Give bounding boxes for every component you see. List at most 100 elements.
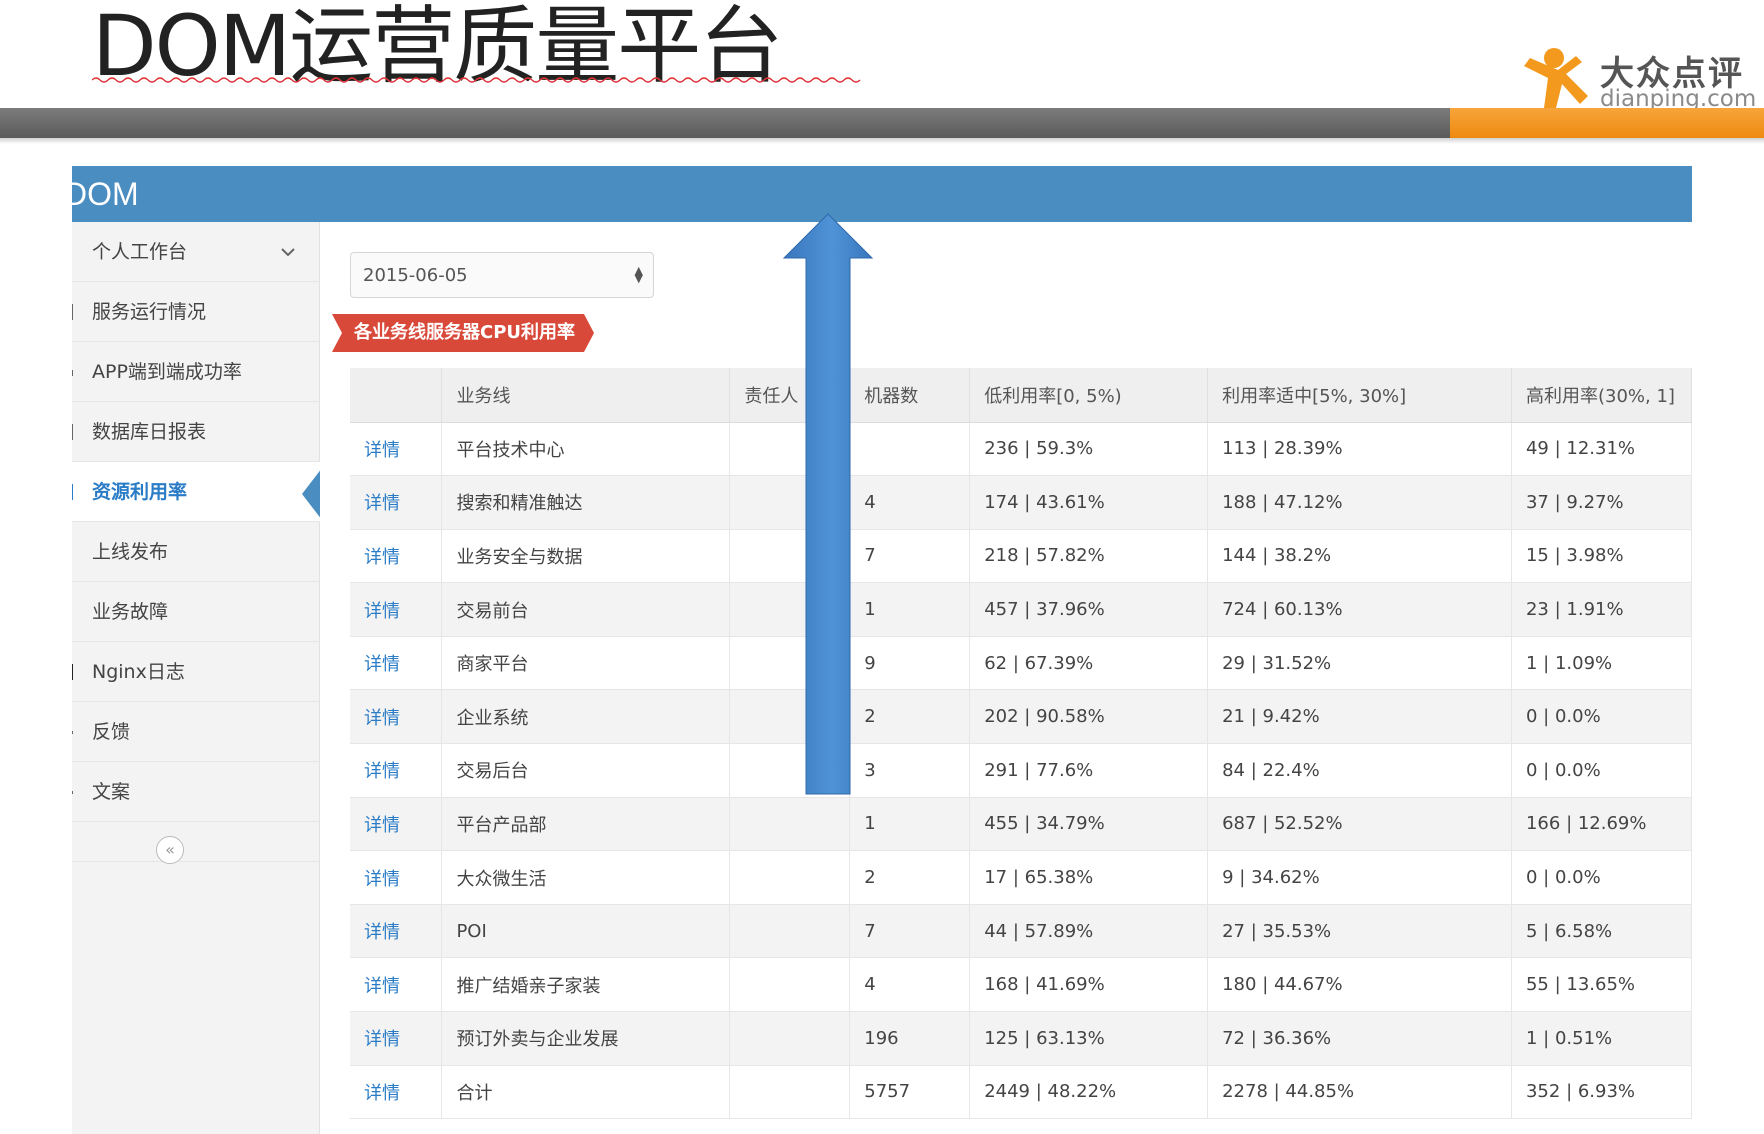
detail-link[interactable]: 详情 [364, 547, 400, 568]
business-line-cell: 推广结婚亲子家装 [441, 957, 731, 1013]
table-row: 详情 平台产品部 1 455 | 34.79% 687 | 52.52% 166… [350, 797, 1692, 852]
business-line-cell: 平台技术中心 [441, 422, 731, 477]
business-line-cell: 预订外卖与企业发展 [441, 1011, 731, 1066]
table-header-row: 业务线 责任人 机器数 低利用率[0, 5%) 利用率适中[5%, 30%] 高… [350, 368, 1692, 423]
business-line-cell: 企业系统 [441, 689, 731, 745]
detail-link[interactable]: 详情 [364, 1029, 400, 1050]
owner-cell [729, 422, 851, 477]
high-utilization-cell: 352 | 6.93% [1511, 1065, 1692, 1120]
low-utilization-cell: 174 | 43.61% [969, 475, 1209, 530]
high-utilization-cell: 5 | 6.58% [1511, 904, 1692, 959]
dianping-logo: 大众点评 dianping.com [1518, 44, 1756, 114]
mid-utilization-cell: 144 | 38.2% [1207, 529, 1512, 584]
high-utilization-cell: 1 | 0.51% [1511, 1011, 1692, 1066]
high-utilization-cell: 49 | 12.31% [1511, 422, 1692, 477]
header-bar-shadow [0, 138, 1764, 144]
owner-cell [729, 529, 851, 584]
detail-link[interactable]: 详情 [364, 440, 400, 461]
sidebar-footer [72, 822, 320, 862]
mid-utilization-cell: 180 | 44.67% [1207, 957, 1512, 1013]
owner-cell [729, 689, 851, 745]
business-line-cell: 搜索和精准触达 [441, 475, 731, 530]
sidebar-item-copywriting[interactable]: 文案 [72, 762, 320, 822]
business-line-cell: 大众微生活 [441, 850, 731, 905]
mid-utilization-cell: 113 | 28.39% [1207, 422, 1512, 477]
sidebar-item-db-daily-report[interactable]: 数据库日报表 [72, 402, 320, 462]
column-header: 利用率适中[5%, 30%] [1207, 368, 1512, 423]
table-row: 详情 预订外卖与企业发展 196 125 | 63.13% 72 | 36.36… [350, 1011, 1692, 1066]
table-row: 详情 企业系统 2 202 | 90.58% 21 | 9.42% 0 | 0.… [350, 689, 1692, 745]
detail-link[interactable]: 详情 [364, 708, 400, 729]
main-content: 2015-06-05 ▲ ▼ 各业务线服务器CPU利用率 业务线 责任人 机器数 … [320, 222, 1692, 1134]
column-header: 责任人 [729, 368, 851, 423]
column-header: 高利用率(30%, 1] [1511, 368, 1692, 423]
sidebar-item-business-fault[interactable]: 业务故障 [72, 582, 320, 642]
column-header: 低利用率[0, 5%) [969, 368, 1209, 423]
high-utilization-cell: 0 | 0.0% [1511, 743, 1692, 798]
owner-cell [729, 797, 851, 852]
business-line-cell: 合计 [441, 1065, 731, 1120]
business-line-cell: 商家平台 [441, 636, 731, 691]
low-utilization-cell: 168 | 41.69% [969, 957, 1209, 1013]
owner-cell [729, 582, 851, 637]
owner-cell [729, 850, 851, 905]
date-select-value: 2015-06-05 [363, 265, 468, 286]
date-select[interactable]: 2015-06-05 ▲ ▼ [350, 252, 654, 298]
mid-utilization-cell: 724 | 60.13% [1207, 582, 1512, 637]
sidebar-item-marker [72, 424, 73, 440]
machines-cell: 9 [849, 636, 971, 691]
detail-link[interactable]: 详情 [364, 815, 400, 836]
sidebar-item-app-success-rate[interactable]: APP端到端成功率 [72, 342, 320, 402]
mid-utilization-cell: 9 | 34.62% [1207, 850, 1512, 905]
sidebar-item-feedback[interactable]: 反馈 [72, 702, 320, 762]
sidebar-item-label: Nginx日志 [92, 661, 185, 683]
table-row: 详情 平台技术中心 236 | 59.3% 113 | 28.39% 49 | … [350, 422, 1692, 477]
sidebar-item-service-status[interactable]: 服务运行情况 [72, 282, 320, 342]
detail-link[interactable]: 详情 [364, 761, 400, 782]
detail-link[interactable]: 详情 [364, 493, 400, 514]
sidebar-item-label: APP端到端成功率 [92, 361, 242, 383]
collapse-sidebar-icon[interactable]: « [156, 836, 184, 864]
detail-link[interactable]: 详情 [364, 976, 400, 997]
sidebar-item-marker [72, 731, 73, 734]
low-utilization-cell: 2449 | 48.22% [969, 1065, 1209, 1120]
table-row: 详情 交易后台 3 291 | 77.6% 84 | 22.4% 0 | 0.0… [350, 743, 1692, 798]
business-line-cell: 平台产品部 [441, 797, 731, 852]
table-row: 详情 搜索和精准触达 4 174 | 43.61% 188 | 47.12% 3… [350, 475, 1692, 530]
machines-cell: 1 [849, 582, 971, 637]
sidebar-item-workbench[interactable]: 个人工作台 [72, 222, 320, 282]
detail-link[interactable]: 详情 [364, 601, 400, 622]
section-ribbon: 各业务线服务器CPU利用率 [332, 314, 594, 352]
sidebar-item-label: 资源利用率 [92, 481, 188, 503]
machines-cell: 196 [849, 1011, 971, 1066]
detail-link[interactable]: 详情 [364, 654, 400, 675]
low-utilization-cell: 202 | 90.58% [969, 689, 1209, 745]
detail-link[interactable]: 详情 [364, 922, 400, 943]
section-ribbon-title: 各业务线服务器CPU利用率 [354, 322, 576, 343]
low-utilization-cell: 125 | 63.13% [969, 1011, 1209, 1066]
detail-link[interactable]: 详情 [364, 1083, 400, 1104]
select-caret-icon: ▲ ▼ [634, 264, 643, 285]
table-row: 详情 POI 7 44 | 57.89% 27 | 35.53% 5 | 6.5… [350, 904, 1692, 959]
sidebar-item-nginx-log[interactable]: Nginx日志 [72, 642, 320, 702]
sidebar-item-marker [72, 664, 73, 680]
sidebar-item-label: 数据库日报表 [92, 421, 207, 443]
low-utilization-cell: 291 | 77.6% [969, 743, 1209, 798]
detail-link[interactable]: 详情 [364, 869, 400, 890]
dianping-figure-icon [1524, 48, 1588, 108]
chevron-down-icon[interactable] [278, 242, 298, 262]
sidebar-item-resource-utilization[interactable]: 资源利用率 [72, 462, 322, 522]
app-brand[interactable]: DOM [72, 166, 139, 222]
machines-cell: 4 [849, 475, 971, 530]
business-line-cell: 业务安全与数据 [441, 529, 731, 584]
sidebar-item-release[interactable]: 上线发布 [72, 522, 320, 582]
cpu-utilization-table: 业务线 责任人 机器数 低利用率[0, 5%) 利用率适中[5%, 30%] 高… [350, 368, 1692, 1120]
machines-cell: 3 [849, 743, 971, 798]
sidebar-item-marker [72, 304, 73, 320]
high-utilization-cell: 166 | 12.69% [1511, 797, 1692, 852]
active-item-pointer [302, 468, 322, 520]
table-row: 详情 交易前台 1 457 | 37.96% 724 | 60.13% 23 |… [350, 582, 1692, 637]
low-utilization-cell: 62 | 67.39% [969, 636, 1209, 691]
low-utilization-cell: 457 | 37.96% [969, 582, 1209, 637]
low-utilization-cell: 44 | 57.89% [969, 904, 1209, 959]
